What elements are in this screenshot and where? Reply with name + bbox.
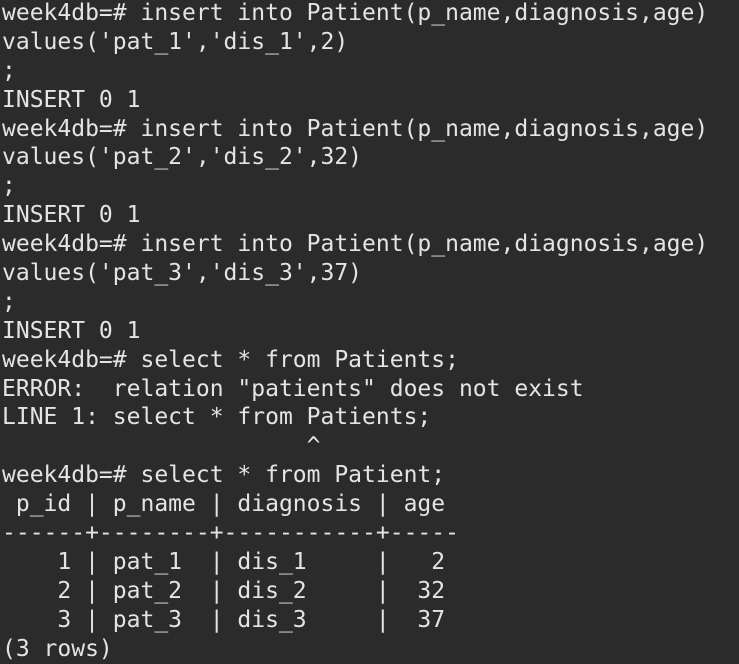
table-row: 1 | pat_1 | dis_1 | 2 [2,548,446,575]
insert-result-1: INSERT 0 1 [2,86,141,113]
command-line-select-patients: week4db=# select * from Patients; [2,346,459,373]
table-row: 2 | pat_2 | dis_2 | 32 [2,577,446,604]
command-terminator-2: ; [2,173,16,200]
table-separator: ------+--------+-----------+----- [2,520,459,547]
command-line-insert-3: week4db=# insert into Patient(p_name,dia… [2,231,709,258]
command-terminator-1: ; [2,57,16,84]
error-message: ERROR: relation "patients" does not exis… [2,375,584,402]
command-terminator-3: ; [2,288,16,315]
error-line-detail: LINE 1: select * from Patients; [2,404,432,431]
row-count: (3 rows) [2,635,113,662]
error-caret: ^ [2,433,321,460]
command-line-insert-1: week4db=# insert into Patient(p_name,dia… [2,0,709,26]
terminal-window[interactable]: week4db=# insert into Patient(p_name,dia… [0,0,739,662]
insert-result-2: INSERT 0 1 [2,202,141,229]
command-line-select-patient: week4db=# select * from Patient; [2,462,446,489]
command-line-insert-2: week4db=# insert into Patient(p_name,dia… [2,115,709,142]
table-header: p_id | p_name | diagnosis | age [2,491,446,518]
command-values-1: values('pat_1','dis_1',2) [2,28,349,55]
insert-result-3: INSERT 0 1 [2,317,141,344]
command-values-2: values('pat_2','dis_2',32) [2,144,363,171]
command-values-3: values('pat_3','dis_3',37) [2,260,363,287]
table-row: 3 | pat_3 | dis_3 | 37 [2,606,446,633]
